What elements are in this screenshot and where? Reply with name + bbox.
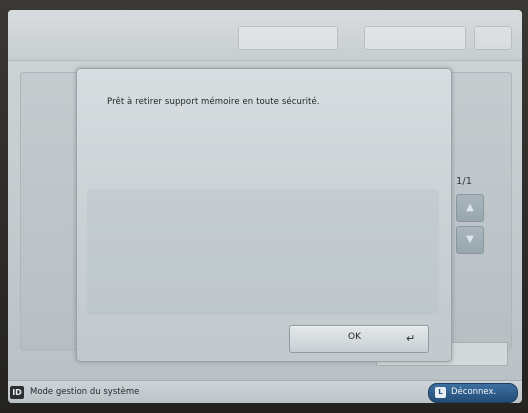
- logout-label: Déconnex.: [451, 387, 497, 397]
- page-indicator: 1/1: [456, 176, 473, 187]
- dialog-message: Prêt à retirer support mémoire en toute …: [107, 97, 320, 107]
- top-tab-1: [238, 26, 338, 50]
- dialog-body-area: [87, 189, 439, 315]
- status-bar: ID Mode gestion du système L Déconnex.: [8, 380, 522, 403]
- ok-button[interactable]: OK ↵: [289, 325, 429, 353]
- enter-icon: ↵: [406, 332, 416, 345]
- top-tab-bar: [8, 10, 522, 61]
- top-tab-3: [474, 26, 512, 50]
- scroll-up-button[interactable]: ▲: [456, 194, 484, 222]
- scroll-down-button[interactable]: ▼: [456, 226, 484, 254]
- logout-icon: L: [435, 387, 446, 398]
- device-bezel: 1/1 ▲ ▼ Prêt à retirer support mémoire e…: [0, 0, 528, 413]
- touch-screen: 1/1 ▲ ▼ Prêt à retirer support mémoire e…: [8, 10, 522, 403]
- system-mode-label: Mode gestion du système: [30, 387, 140, 397]
- logout-button[interactable]: L Déconnex.: [428, 383, 518, 403]
- confirmation-dialog: Prêt à retirer support mémoire en toute …: [76, 68, 452, 362]
- id-icon: ID: [10, 386, 24, 399]
- ok-button-label: OK: [348, 332, 361, 342]
- top-tab-2: [364, 26, 466, 50]
